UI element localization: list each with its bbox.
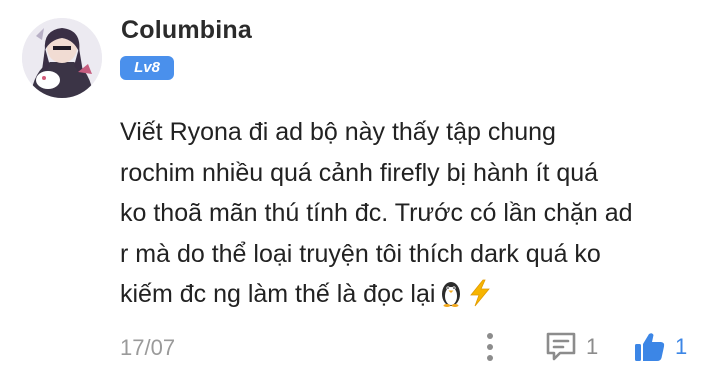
level-badge: Lv8 [120,56,174,80]
comment-icon [546,332,576,361]
more-vertical-icon [487,333,493,361]
reply-count: 1 [586,334,599,359]
like-count: 1 [675,334,688,359]
like-button[interactable]: 1 [633,329,687,365]
thumbs-up-icon [635,333,665,361]
comment-line: rochim nhiều quá cảnh firefly bị hành ít… [120,158,599,187]
comment-line: ko thoã mãn thú tính đc. Trước có lần ch… [120,199,633,227]
avatar-image [22,18,102,98]
comment-line: r mà do thể loại truyện tôi thích dark q… [120,239,601,268]
comment-line-text: kiếm đc ng làm thế là đọc lại [120,280,436,308]
comment-line-last: kiếm đc ng làm thế là đọc lại [120,274,700,320]
reply-button[interactable]: 1 [544,330,598,364]
penguin-icon [439,279,463,320]
comment-line: Viết Ryona đi ad bộ này thấy tập chung [120,118,556,146]
more-options-button[interactable] [478,330,502,364]
avatar[interactable] [22,18,102,98]
username[interactable]: Columbina [121,15,252,45]
comment-date: 17/07 [120,335,176,360]
high-voltage-icon [467,279,493,320]
comment-text: Viết Ryona đi ad bộ này thấy tập chung r… [120,112,700,320]
